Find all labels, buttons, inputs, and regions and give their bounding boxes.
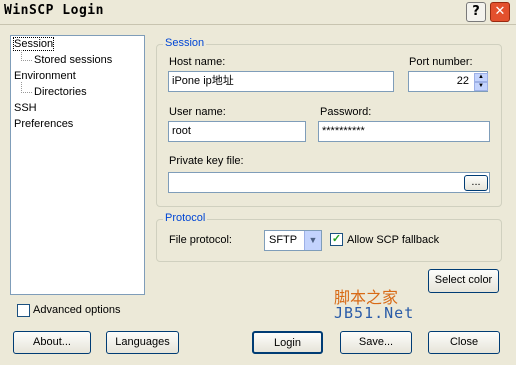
protocol-group-label: Protocol — [163, 212, 208, 224]
file-protocol-value: SFTP — [269, 234, 298, 246]
tree-connector — [21, 82, 32, 93]
tree-item-session[interactable]: Session — [12, 37, 55, 51]
tree-item-directories[interactable]: Directories — [34, 86, 87, 98]
private-key-label: Private key file: — [169, 155, 244, 167]
help-button[interactable]: ? — [466, 2, 486, 22]
advanced-options-checkbox[interactable] — [17, 304, 30, 317]
navigation-tree[interactable]: Session Stored sessions Environment Dire… — [10, 35, 145, 295]
spin-down-icon[interactable]: ▼ — [474, 82, 488, 91]
allow-scp-label: Allow SCP fallback — [347, 234, 440, 246]
private-key-input[interactable] — [168, 172, 490, 193]
password-label: Password: — [320, 106, 372, 118]
tree-item-stored-sessions[interactable]: Stored sessions — [34, 54, 112, 66]
select-color-button[interactable]: Select color — [428, 269, 499, 293]
advanced-options-label: Advanced options — [33, 304, 121, 316]
host-name-input[interactable]: iPone ip地址 — [168, 71, 394, 92]
session-group-label: Session — [163, 37, 207, 49]
file-protocol-select[interactable]: SFTP ▼ — [264, 230, 322, 251]
save-button[interactable]: Save... — [340, 331, 412, 354]
tree-item-ssh[interactable]: SSH — [14, 102, 37, 114]
tree-connector — [21, 50, 32, 61]
watermark-url: JB51.Net — [334, 304, 415, 322]
tree-item-environment[interactable]: Environment — [14, 70, 76, 82]
spin-up-icon[interactable]: ▲ — [474, 73, 488, 82]
chevron-down-icon[interactable]: ▼ — [304, 231, 321, 250]
close-window-button[interactable]: ✕ — [490, 2, 510, 22]
login-button[interactable]: Login — [252, 331, 323, 354]
languages-button[interactable]: Languages — [106, 331, 179, 354]
file-protocol-label: File protocol: — [169, 234, 232, 246]
allow-scp-checkbox[interactable]: ✓ — [330, 233, 343, 246]
port-spinner[interactable]: ▲ ▼ — [474, 73, 488, 91]
user-name-label: User name: — [169, 106, 226, 118]
host-name-label: Host name: — [169, 56, 226, 68]
user-name-input[interactable]: root — [168, 121, 306, 142]
browse-button[interactable]: ... — [464, 175, 488, 191]
tree-item-preferences[interactable]: Preferences — [14, 118, 73, 130]
title-bar: WinSCP Login ? ✕ — [0, 0, 516, 25]
password-input[interactable]: ********** — [318, 121, 490, 142]
port-number-label: Port number: — [409, 56, 473, 68]
close-button[interactable]: Close — [428, 331, 500, 354]
about-button[interactable]: About... — [13, 331, 91, 354]
window-title: WinSCP Login — [4, 3, 104, 18]
